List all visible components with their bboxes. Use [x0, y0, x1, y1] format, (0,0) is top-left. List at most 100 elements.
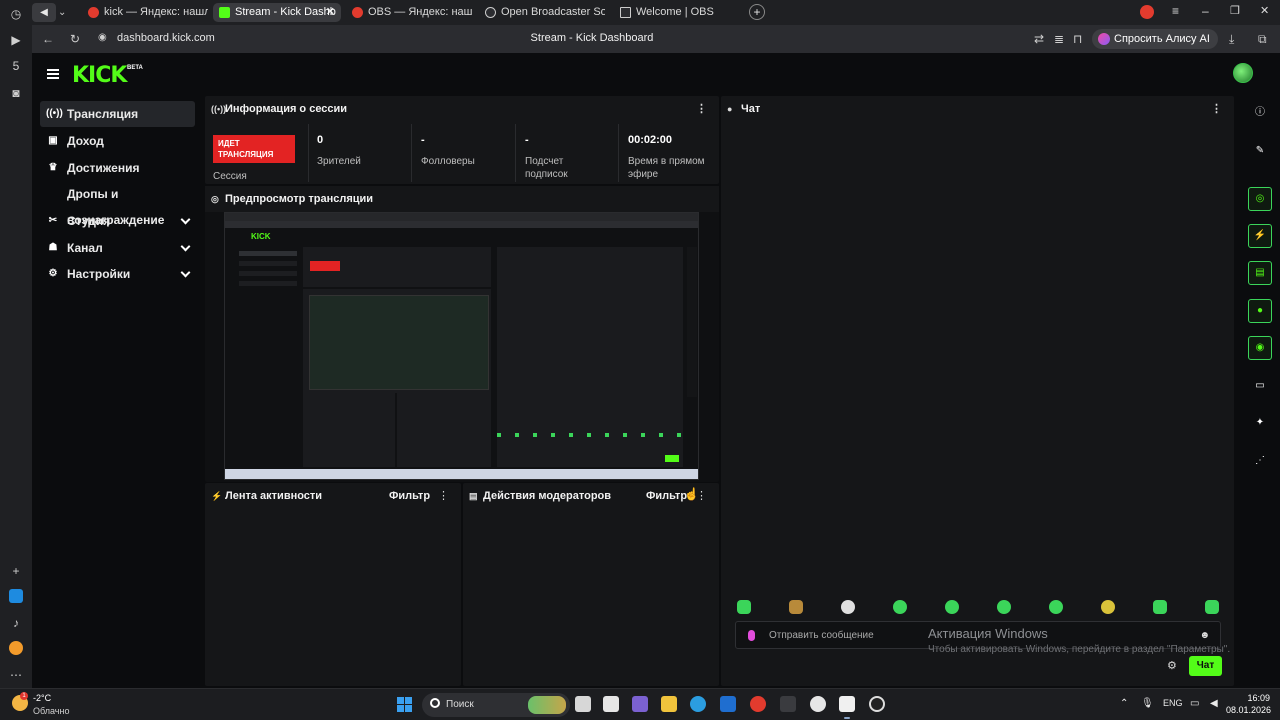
weather-temperature[interactable]: -2°C: [33, 693, 51, 703]
moderator-filter-button[interactable]: Фильтр: [646, 483, 687, 509]
downloads-icon[interactable]: ⤓: [1229, 32, 1234, 47]
ai-app-icon[interactable]: [603, 696, 619, 712]
language-indicator[interactable]: ENG: [1163, 698, 1183, 708]
volume-icon[interactable]: ◀: [1210, 698, 1218, 709]
emoji-icon[interactable]: ☻: [1199, 630, 1210, 641]
page-title: Stream - Kick Dashboard: [530, 32, 654, 44]
emote-icon[interactable]: [841, 600, 855, 614]
emote-icon[interactable]: [1205, 600, 1219, 614]
history-icon[interactable]: ◷: [8, 6, 24, 22]
reader-icon[interactable]: ≣: [1054, 32, 1064, 46]
preview-toggle-icon[interactable]: ◎: [1248, 187, 1272, 211]
camera-icon[interactable]: ◙: [8, 85, 24, 101]
emote-icon[interactable]: [1153, 600, 1167, 614]
sidebar-item-studio[interactable]: ✂ Студия: [40, 208, 195, 234]
sidebar-item-achievements[interactable]: ♛ Достижения: [40, 155, 195, 181]
close-window-icon[interactable]: ✕: [1260, 4, 1269, 17]
preview-nav: [239, 261, 297, 266]
share-icon[interactable]: ⋰: [1247, 448, 1273, 474]
activity-filter-button[interactable]: Фильтр: [389, 483, 430, 509]
yandex-icon: [352, 7, 363, 18]
extensions-icon[interactable]: ⧉: [1258, 32, 1267, 47]
preview-nav: [239, 271, 297, 276]
more-icon[interactable]: ⋯: [8, 667, 24, 683]
panel-5-icon[interactable]: 5: [8, 58, 24, 74]
ask-alice-button[interactable]: Спросить Алису AI: [1092, 29, 1218, 49]
network-icon[interactable]: ▭: [1190, 698, 1199, 709]
app-orange-icon[interactable]: [9, 641, 23, 655]
new-tab-icon[interactable]: +: [749, 4, 765, 20]
kick-logo[interactable]: KICK: [72, 63, 127, 88]
restore-icon[interactable]: ❐: [1230, 4, 1240, 17]
profile-icon[interactable]: [1140, 5, 1154, 19]
divider: [411, 124, 412, 182]
audio-icon[interactable]: ◀: [32, 3, 56, 22]
chat-input-placeholder: Отправить сообщение: [769, 630, 874, 641]
info-icon[interactable]: ⓘ: [1247, 100, 1273, 126]
sidebar-item-revenue[interactable]: ▣ Доход: [40, 128, 195, 154]
emote-icon[interactable]: [1049, 600, 1063, 614]
app-round-icon[interactable]: [810, 696, 826, 712]
add-icon[interactable]: +: [8, 563, 24, 579]
app-icon[interactable]: [780, 696, 796, 712]
emote-icon[interactable]: [997, 600, 1011, 614]
emote-icon[interactable]: [737, 600, 751, 614]
hamburger-menu-icon[interactable]: [47, 69, 59, 79]
more-options-icon[interactable]: ⋮: [438, 483, 449, 509]
chat-settings-icon[interactable]: ⚙: [1167, 659, 1177, 672]
file-explorer-icon[interactable]: [661, 696, 677, 712]
chat-send-button[interactable]: Чат: [1189, 656, 1222, 676]
sidebar-item-settings[interactable]: ⚙ Настройки: [40, 261, 195, 287]
chat-toggle-icon[interactable]: ●: [1248, 299, 1272, 323]
minimize-icon[interactable]: –: [1202, 4, 1209, 18]
microphone-tray-icon[interactable]: 🎙︎: [1141, 698, 1154, 709]
app-icon[interactable]: [9, 589, 23, 603]
start-icon[interactable]: [397, 697, 413, 713]
sidebar-item-channel[interactable]: ☗ Канал: [40, 235, 195, 261]
chevron-down-icon[interactable]: ⌄: [58, 3, 66, 22]
emote-icon[interactable]: [789, 600, 803, 614]
preview-icon: ◎: [211, 194, 219, 204]
menu-icon[interactable]: ≡: [1172, 4, 1179, 18]
preview-mod-panel: [397, 393, 491, 467]
emote-icon[interactable]: [1101, 600, 1115, 614]
weather-description[interactable]: Облачно: [33, 706, 69, 716]
sidebar-item-broadcast[interactable]: ((•)) Трансляция: [40, 101, 195, 127]
play-icon[interactable]: ▶: [8, 32, 24, 48]
moderator-toggle-icon[interactable]: ▤: [1248, 261, 1272, 285]
activity-toggle-icon[interactable]: ⚡: [1248, 224, 1272, 248]
more-options-icon[interactable]: ⋮: [1211, 96, 1222, 122]
broadcast-toggle-icon[interactable]: ◉: [1248, 336, 1272, 360]
tab-welcome-obs[interactable]: Welcome | OBS: [614, 3, 740, 22]
edit-icon[interactable]: ✎: [1247, 138, 1273, 164]
edge-icon[interactable]: [690, 696, 706, 712]
emote-icon[interactable]: [893, 600, 907, 614]
tab-obs-site[interactable]: Open Broadcaster Softwa: [479, 3, 605, 22]
tray-chevron-icon[interactable]: ⌃: [1120, 698, 1128, 709]
store-icon[interactable]: [720, 696, 736, 712]
more-options-icon[interactable]: ⋮: [696, 96, 707, 122]
task-view-icon[interactable]: [575, 696, 591, 712]
wrench-icon[interactable]: ✦: [1247, 410, 1273, 436]
taskbar-search[interactable]: Поиск: [422, 693, 570, 717]
sidebar-item-drops[interactable]: Дропы и вознаграждение: [40, 181, 210, 227]
lightning-icon: ⚡: [211, 491, 223, 501]
yandex-app-icon[interactable]: [839, 696, 855, 712]
avatar[interactable]: [1233, 63, 1253, 83]
emote-icon[interactable]: [945, 600, 959, 614]
microphone-icon[interactable]: [748, 630, 755, 641]
close-icon[interactable]: ✕: [326, 3, 335, 22]
tab-obs-search[interactable]: OBS — Яндекс: нашлось 3: [346, 3, 472, 22]
tiktok-icon[interactable]: ♪: [8, 615, 24, 631]
translate-icon[interactable]: ⇄: [1034, 32, 1044, 46]
session-info-header: ((•)) Информация о сессии ⋮: [205, 96, 719, 122]
tab-kick-search[interactable]: kick — Яндекс: нашлось 1: [82, 3, 208, 22]
layout-icon[interactable]: ▭: [1247, 373, 1273, 399]
tab-kick-dashboard[interactable]: Stream - Kick Dashb ✕: [213, 3, 341, 22]
bookmark-icon[interactable]: ⊓: [1073, 32, 1082, 46]
yandex-browser-icon[interactable]: [750, 696, 766, 712]
obs-icon[interactable]: [869, 696, 885, 712]
clock-time[interactable]: 16:09: [1230, 693, 1270, 703]
teams-icon[interactable]: [632, 696, 648, 712]
clock-date[interactable]: 08.01.2026: [1226, 705, 1271, 715]
